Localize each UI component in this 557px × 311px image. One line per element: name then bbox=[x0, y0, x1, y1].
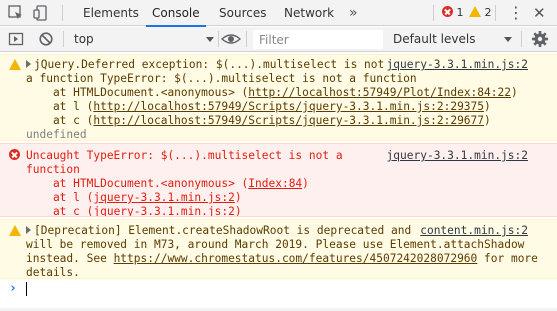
context-value: top bbox=[74, 32, 94, 46]
warning-icon bbox=[9, 225, 21, 236]
toolbar-divider bbox=[433, 5, 434, 21]
message-text: function bbox=[26, 163, 80, 176]
close-icon[interactable]: ✕ bbox=[533, 5, 551, 23]
message-source-link[interactable]: jquery-3.3.1.min.js:2 bbox=[387, 149, 528, 163]
stack-frame-text: at l ( bbox=[26, 191, 94, 204]
toolbar-divider bbox=[495, 5, 496, 21]
stack-frame-link[interactable]: http://localhost:57949/Scripts/jquery-3.… bbox=[93, 114, 484, 127]
expand-message-toggle[interactable]: jQuery.Deferred exception: $(...).multis… bbox=[26, 58, 384, 72]
error-count-badge[interactable]: 1 bbox=[442, 5, 464, 21]
stack-frame-text: at HTMLDocument.<anonymous> ( bbox=[26, 177, 249, 190]
stack-frame-link[interactable]: http://localhost:57949/Plot/Index:84:22 bbox=[248, 86, 511, 99]
console-prompt[interactable]: › bbox=[9, 281, 549, 297]
context-selector[interactable]: top bbox=[68, 30, 218, 49]
warning-icon bbox=[469, 6, 481, 17]
toolbar-divider bbox=[218, 31, 219, 47]
show-sidebar-icon[interactable] bbox=[8, 31, 26, 49]
stack-frame-text: at l ( bbox=[26, 100, 94, 113]
filter-input[interactable] bbox=[253, 30, 383, 49]
chromestatus-link[interactable]: https://www.chromestatus.com/features/45… bbox=[114, 252, 478, 265]
console-message-warning: jQuery.Deferred exception: $(...).multis… bbox=[0, 54, 557, 141]
inspect-element-icon[interactable] bbox=[7, 4, 25, 22]
disclosure-triangle-icon[interactable] bbox=[26, 226, 31, 234]
message-text: instead. See bbox=[26, 252, 114, 265]
tab-network[interactable]: Network bbox=[284, 0, 334, 26]
more-tabs-button[interactable]: » bbox=[349, 0, 358, 26]
disclosure-triangle-icon[interactable] bbox=[26, 60, 31, 68]
error-count: 1 bbox=[456, 6, 464, 19]
warning-icon bbox=[9, 59, 21, 70]
tab-console[interactable]: Console bbox=[146, 0, 206, 27]
message-text: [Deprecation] Element.createShadowRoot i… bbox=[34, 224, 412, 237]
message-text: jQuery.Deferred exception: $(...).multis… bbox=[34, 58, 385, 71]
stack-frame-text: at c ( bbox=[26, 205, 94, 217]
chevron-down-icon bbox=[206, 37, 214, 42]
clear-console-icon[interactable] bbox=[38, 31, 56, 49]
chevron-down-icon bbox=[504, 37, 512, 42]
log-levels-dropdown[interactable]: Default levels bbox=[388, 30, 516, 49]
stack-frame-text: at c ( bbox=[26, 114, 94, 127]
message-text: will be removed in M73, around March 201… bbox=[26, 238, 525, 251]
stack-frame-link[interactable]: http://localhost:57949/Scripts/jquery-3.… bbox=[93, 100, 484, 113]
message-text: Uncaught TypeError: $(...).multiselect i… bbox=[26, 149, 343, 162]
message-source-link[interactable]: jquery-3.3.1.min.js:2 bbox=[387, 58, 528, 72]
text-caret bbox=[26, 282, 27, 296]
prompt-chevron-icon: › bbox=[9, 281, 17, 296]
console-toolbar: top Default levels bbox=[0, 27, 557, 52]
stack-frame-text: at HTMLDocument.<anonymous> ( bbox=[26, 86, 249, 99]
stack-frame-link[interactable]: jquery-3.3.1.min.js:2 bbox=[93, 191, 234, 204]
eye-icon[interactable] bbox=[220, 31, 242, 49]
console-message-error: Uncaught TypeError: $(...).multiselect i… bbox=[0, 143, 557, 217]
log-levels-value: Default levels bbox=[393, 32, 476, 46]
device-toolbar-icon[interactable] bbox=[33, 4, 51, 22]
stack-frame-link[interactable]: jquery-3.3.1.min.js:2 bbox=[93, 205, 234, 216]
error-icon bbox=[442, 6, 453, 17]
toolbar-divider bbox=[63, 31, 64, 47]
warning-count-badge[interactable]: 2 bbox=[469, 5, 492, 21]
console-message-warning: [Deprecation] Element.createShadowRoot i… bbox=[0, 219, 557, 279]
gear-icon[interactable] bbox=[531, 30, 549, 48]
customize-menu-icon[interactable]: ⋮ bbox=[508, 0, 524, 26]
error-icon bbox=[9, 149, 20, 160]
message-text: details. bbox=[26, 266, 80, 279]
toolbar-divider bbox=[521, 31, 522, 47]
tab-elements[interactable]: Elements bbox=[83, 0, 139, 26]
devtools-tabbar: Elements Console Sources Network » 1 2 ⋮… bbox=[0, 0, 557, 27]
message-text: a function TypeError: $(...).multiselect… bbox=[26, 72, 417, 85]
message-source-link[interactable]: content.min.js:2 bbox=[420, 224, 528, 238]
expand-message-toggle[interactable]: [Deprecation] Element.createShadowRoot i… bbox=[26, 224, 411, 238]
tab-sources[interactable]: Sources bbox=[219, 0, 266, 26]
message-text: for more bbox=[477, 252, 538, 265]
toolbar-divider bbox=[246, 31, 247, 47]
stack-frame-link[interactable]: Index:84 bbox=[248, 177, 302, 190]
result-value: undefined bbox=[26, 128, 87, 141]
toolbar-divider bbox=[62, 5, 63, 21]
warning-count: 2 bbox=[484, 6, 492, 19]
